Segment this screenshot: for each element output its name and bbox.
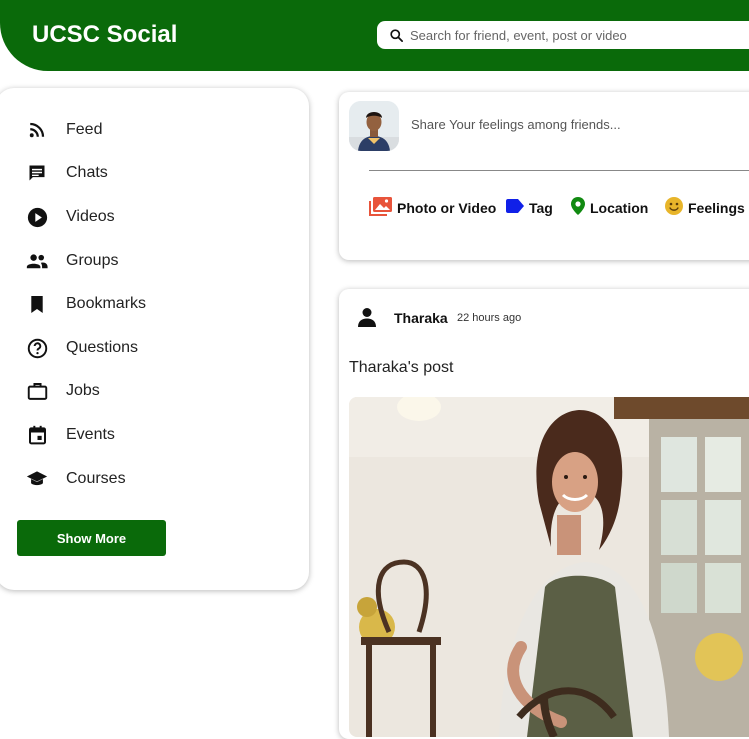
show-more-button[interactable]: Show More	[17, 520, 166, 556]
sidebar: Feed Chats Videos Groups Bookmarks Quest…	[0, 88, 309, 590]
sidebar-item-events[interactable]: Events	[26, 422, 115, 448]
post-timestamp: 22 hours ago	[457, 312, 522, 324]
sidebar-item-courses[interactable]: Courses	[26, 466, 126, 492]
sidebar-item-bookmarks[interactable]: Bookmarks	[26, 291, 146, 317]
post-author-name[interactable]: Tharaka	[394, 310, 448, 326]
sidebar-item-label: Chats	[66, 164, 108, 181]
person-icon[interactable]	[357, 307, 377, 332]
post-composer: Photo or Video Tag Location Feelings	[339, 92, 749, 260]
sidebar-item-label: Events	[66, 426, 115, 443]
smiley-icon	[664, 196, 684, 221]
search-icon	[390, 28, 403, 42]
sidebar-item-jobs[interactable]: Jobs	[26, 378, 100, 404]
feed-post: Tharaka 22 hours ago Tharaka's post	[339, 289, 749, 739]
label-icon	[505, 198, 525, 219]
sidebar-item-label: Bookmarks	[66, 295, 147, 312]
search-bar[interactable]	[377, 21, 749, 49]
location-button[interactable]: Location	[570, 196, 649, 221]
share-feelings-input[interactable]	[409, 116, 743, 133]
sidebar-item-chats[interactable]: Chats	[26, 160, 108, 186]
brand-logo[interactable]: UCSC Social	[32, 21, 177, 49]
help-circle-icon	[26, 337, 48, 359]
rss-icon	[26, 119, 48, 141]
people-icon	[26, 250, 48, 272]
bookmark-icon	[26, 293, 48, 315]
sidebar-item-label: Videos	[66, 208, 115, 225]
sidebar-item-label: Jobs	[66, 382, 100, 399]
option-label: Feelings	[688, 200, 745, 216]
school-icon	[26, 468, 48, 490]
post-image[interactable]	[349, 397, 749, 737]
sidebar-item-feed[interactable]: Feed	[26, 117, 102, 143]
calendar-icon	[26, 424, 48, 446]
search-input[interactable]	[408, 26, 732, 44]
sidebar-item-label: Courses	[66, 470, 126, 487]
sidebar-item-label: Feed	[66, 121, 103, 138]
tag-button[interactable]: Tag	[505, 197, 553, 219]
feelings-button[interactable]: Feelings	[664, 196, 745, 221]
user-avatar[interactable]	[349, 101, 399, 151]
sidebar-item-groups[interactable]: Groups	[26, 248, 118, 274]
option-label: Tag	[529, 200, 553, 216]
play-circle-icon	[26, 206, 48, 228]
option-label: Location	[590, 200, 649, 216]
chat-icon	[26, 162, 48, 184]
sidebar-item-videos[interactable]: Videos	[26, 204, 115, 230]
photo-icon	[369, 196, 393, 221]
photo-or-video-button[interactable]: Photo or Video	[369, 196, 497, 221]
option-label: Photo or Video	[397, 200, 497, 216]
briefcase-icon	[26, 380, 48, 402]
sidebar-item-label: Questions	[66, 339, 139, 356]
sidebar-item-questions[interactable]: Questions	[26, 335, 138, 361]
post-text: Tharaka's post	[349, 359, 454, 376]
composer-divider	[369, 170, 749, 171]
sidebar-item-label: Groups	[66, 252, 119, 269]
location-pin-icon	[570, 196, 586, 221]
top-bar: UCSC Social	[0, 0, 749, 71]
